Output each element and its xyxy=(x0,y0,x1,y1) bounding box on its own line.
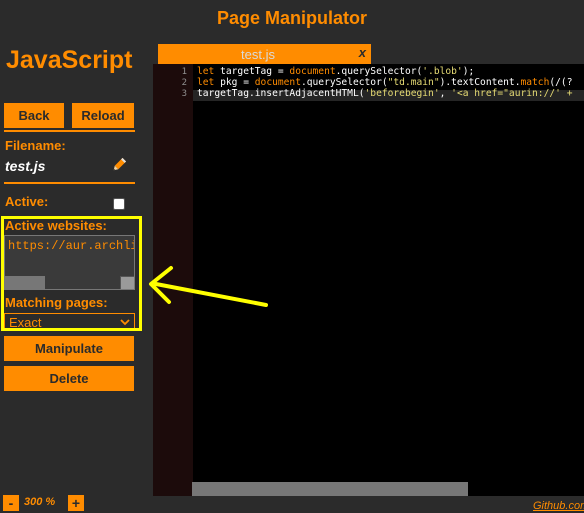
tab-close-button[interactable]: x xyxy=(359,45,366,60)
editor-scrollbar[interactable] xyxy=(192,482,468,496)
line-number-gutter: 1 2 3 xyxy=(153,64,193,496)
editor-body[interactable]: 1 2 3 let targetTag = document.querySele… xyxy=(153,64,584,496)
annotation-highlight-box xyxy=(1,216,142,331)
app-title: Page Manipulator xyxy=(216,7,368,28)
code-line-1: let targetTag = document.querySelector('… xyxy=(197,66,475,77)
sidebar-title: JavaScript xyxy=(6,46,133,74)
reload-button[interactable]: Reload xyxy=(72,103,134,128)
zoom-controls: - 300 % + xyxy=(0,494,140,513)
code-line-3: targetTag.insertAdjacentHTML('beforebegi… xyxy=(197,88,573,99)
zoom-level: 300 % xyxy=(24,496,56,508)
line-number: 2 xyxy=(181,78,187,88)
editor-tab[interactable]: test.js x xyxy=(158,44,371,64)
active-label: Active: xyxy=(5,194,49,209)
delete-button[interactable]: Delete xyxy=(4,366,134,391)
sidebar: JavaScript Back Reload Filename: test.js… xyxy=(0,36,142,513)
divider xyxy=(4,130,135,132)
line-number: 3 xyxy=(181,89,187,99)
line-number: 1 xyxy=(181,67,187,77)
active-checkbox[interactable] xyxy=(113,198,125,210)
filename-label: Filename: xyxy=(5,138,66,153)
zoom-in-button[interactable]: + xyxy=(68,495,84,511)
pencil-icon[interactable] xyxy=(111,157,127,173)
filename-value: test.js xyxy=(5,158,46,174)
zoom-out-button[interactable]: - xyxy=(3,495,19,511)
github-link[interactable]: Github.com xyxy=(533,500,584,512)
manipulate-button[interactable]: Manipulate xyxy=(4,336,134,361)
code-line-2: let pkg = document.querySelector("td.mai… xyxy=(197,77,573,88)
page-manipulator-window: Page Manipulator JavaScript Back Reload … xyxy=(0,0,584,513)
back-button[interactable]: Back xyxy=(4,103,64,128)
divider xyxy=(4,182,135,184)
editor-tab-label: test.js xyxy=(241,46,275,62)
app-header: Page Manipulator xyxy=(0,0,584,36)
code-editor: test.js x 1 2 3 let targetTag = document… xyxy=(153,44,584,496)
